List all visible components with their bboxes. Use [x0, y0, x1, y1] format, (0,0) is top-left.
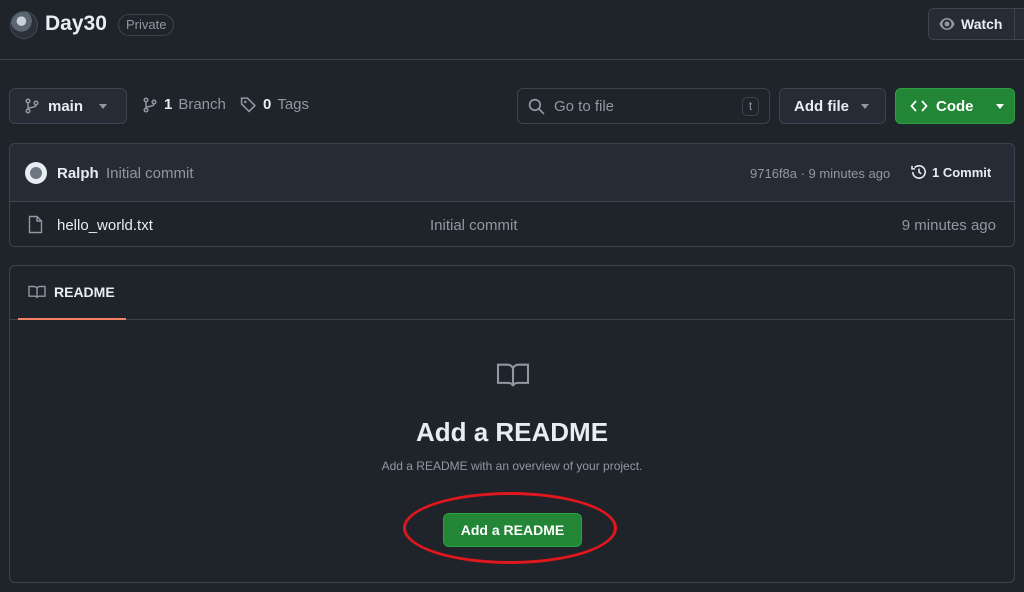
chevron-down-icon	[861, 103, 869, 109]
file-icon	[28, 215, 43, 234]
tab-readme[interactable]: README	[18, 266, 126, 320]
commit-hash-time[interactable]: 9716f8a · 9 minutes ago	[750, 166, 890, 181]
tags-link[interactable]: 0 Tags	[240, 96, 309, 113]
tags-label: Tags	[277, 96, 310, 113]
search-icon	[528, 98, 545, 115]
history-icon	[911, 165, 926, 179]
readme-panel: README Add a README Add a README with an…	[9, 265, 1015, 583]
readme-tab-label: README	[54, 284, 115, 300]
chevron-down-icon	[99, 103, 108, 109]
tags-count: 0	[263, 96, 272, 113]
branches-label: Branch	[178, 96, 226, 113]
code-icon	[910, 100, 928, 112]
file-commit-time: 9 minutes ago	[901, 217, 996, 234]
latest-commit-row: Ralph Initial commit 9716f8a · 9 minutes…	[10, 144, 1014, 202]
file-browser: Ralph Initial commit 9716f8a · 9 minutes…	[9, 143, 1015, 247]
commit-message[interactable]: Initial commit	[106, 165, 194, 182]
file-row[interactable]: hello_world.txt Initial commit 9 minutes…	[10, 202, 1014, 246]
readme-tabbar: README	[10, 266, 1014, 320]
branch-select-button[interactable]: main	[9, 88, 127, 124]
file-commit-message[interactable]: Initial commit	[430, 217, 518, 234]
repo-name[interactable]: Day30	[45, 12, 107, 36]
add-readme-button[interactable]: Add a README	[443, 513, 582, 547]
add-file-label: Add file	[794, 97, 849, 115]
chevron-down-icon	[995, 103, 1004, 109]
code-button[interactable]: Code	[895, 88, 1015, 124]
commit-count: 1 Commit	[932, 164, 992, 180]
watch-button[interactable]: Watch 0	[928, 8, 1024, 40]
branch-icon	[143, 96, 157, 113]
branches-count: 1	[164, 96, 173, 113]
tag-icon	[240, 97, 257, 113]
book-icon	[496, 363, 530, 387]
add-file-button[interactable]: Add file	[779, 88, 886, 124]
code-label: Code	[936, 97, 974, 115]
commit-history-link[interactable]: 1 Commit	[910, 163, 991, 181]
search-placeholder: Go to file	[554, 97, 615, 115]
branch-name: main	[48, 97, 84, 115]
readme-empty-state: Add a README Add a README with an overvi…	[10, 320, 1014, 582]
go-to-file-input[interactable]: Go to file t	[517, 88, 770, 124]
branches-link[interactable]: 1 Branch	[142, 96, 226, 113]
readme-description: Add a README with an overview of your pr…	[381, 459, 643, 473]
commit-author[interactable]: Ralph	[57, 165, 99, 182]
branch-icon	[25, 98, 39, 114]
readme-title: Add a README	[415, 417, 609, 447]
commit-author-avatar[interactable]	[25, 162, 47, 184]
repo-avatar[interactable]	[10, 11, 38, 39]
search-shortcut-key: t	[742, 97, 759, 116]
eye-icon	[939, 18, 955, 30]
book-icon	[28, 285, 46, 299]
visibility-badge: Private	[118, 14, 175, 36]
watch-count: 0	[1014, 9, 1024, 39]
watch-label: Watch	[961, 16, 1003, 32]
file-name[interactable]: hello_world.txt	[57, 217, 153, 234]
